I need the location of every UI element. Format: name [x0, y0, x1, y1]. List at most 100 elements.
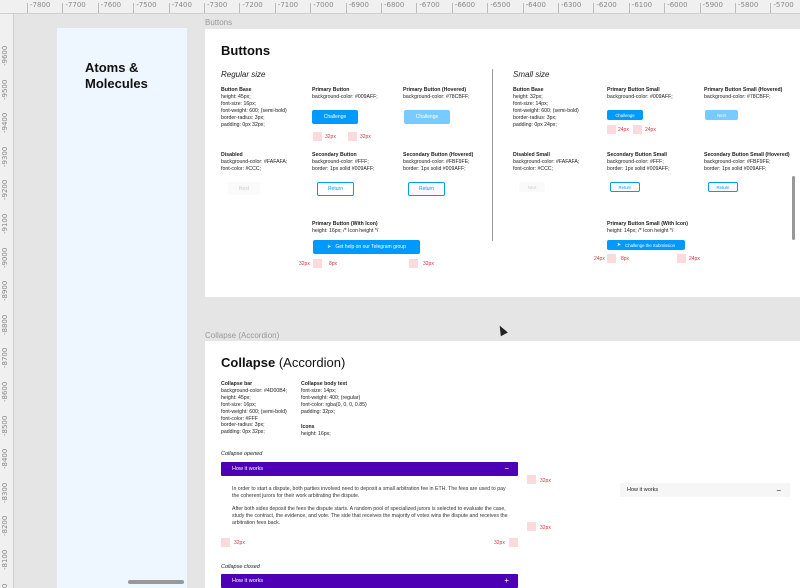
padding-label: 24px — [594, 256, 605, 262]
spec-line: font-color: rgba(0, 0, 0, 0.85) — [301, 401, 367, 408]
ruler-tick: -7200 — [239, 1, 263, 13]
spec-line: border: 1px solid #009AFF; — [403, 165, 466, 172]
ruler-tick: -8800 — [1, 314, 9, 335]
spec-primary-button-icon: Primary Button (With Icon) height: 16px; … — [312, 221, 378, 235]
ruler-tick: -7800 — [26, 1, 51, 13]
collapse-title-main: Collapse — [221, 355, 276, 370]
spec-title: Button Base — [221, 87, 252, 93]
spec-primary-small-icon: Primary Button Small (With Icon) height: … — [607, 221, 688, 235]
primary-challenge-button[interactable]: Challenge — [312, 110, 358, 124]
collapse-bar-light-label: How it works — [627, 487, 659, 493]
collapse-frame[interactable]: Collapse (Accordion) Collapse bar backgro… — [205, 341, 800, 588]
spec-line: font-weight: 600; (semi-bold) — [513, 107, 579, 114]
spec-title: Secondary Button Small (Hovered) — [704, 152, 790, 158]
ruler-tick: -8500 — [1, 415, 9, 436]
spec-title: Primary Button Small (With Icon) — [607, 221, 688, 227]
frame-label-collapse[interactable]: Collapse (Accordion) — [205, 331, 279, 340]
ruler-tick: -7000 — [310, 1, 334, 13]
collapse-bar-opened[interactable]: How it works − — [221, 462, 518, 476]
spec-title: Disabled Small — [513, 152, 550, 158]
spec-line: font-color: #FFF — [221, 415, 258, 422]
spec-line: font-weight: 600; (semi-bold) — [221, 408, 287, 415]
collapse-bar-closed[interactable]: How it works + — [221, 574, 518, 588]
ruler-tick: -9600 — [1, 45, 9, 66]
ruler-tick: -5700 — [770, 1, 794, 13]
ruler-tick: -8600 — [1, 381, 9, 402]
padding-label: 32px — [540, 525, 551, 531]
primary-small-submission-button[interactable]: ➤ Challenge the Submission — [607, 240, 685, 250]
padding-swatch — [509, 538, 518, 547]
ruler-tick: -6800 — [380, 1, 405, 13]
padding-label: 32px — [360, 134, 371, 140]
spec-line: font-size: 14px; — [301, 387, 337, 394]
ruler-left: -9600 -9500 -9400 -9300 -9200 -9100 -9000 -8900… — [0, 14, 14, 588]
spec-line: border-radius: 3px; — [513, 114, 557, 121]
size-divider — [492, 69, 493, 241]
ruler-tick: -9100 — [1, 213, 9, 234]
padding-swatch — [633, 125, 642, 134]
spec-line: background-color: #FBF9FE; — [704, 158, 771, 165]
horizontal-scrollbar[interactable] — [128, 580, 184, 584]
spec-title: Primary Button (With Icon) — [312, 221, 378, 227]
secondary-small-hovered-return-button[interactable]: Return — [708, 182, 738, 192]
padding-label: 24px — [689, 256, 700, 262]
send-icon: ➤ — [616, 242, 622, 248]
spec-title: Disabled — [221, 152, 243, 158]
spec-line: height: 14px; /* Icon height */ — [607, 227, 674, 234]
padding-label: 32px — [423, 261, 434, 267]
collapse-body: In order to start a dispute, both partie… — [232, 486, 509, 533]
padding-swatch — [527, 522, 536, 531]
mouse-cursor-icon — [496, 323, 508, 337]
ruler-tick: -7400 — [168, 1, 192, 13]
ruler-tick: -9300 — [1, 146, 9, 167]
spec-title: Secondary Button Small — [607, 152, 667, 158]
spec-icons: Icons height: 16px; — [301, 424, 331, 438]
primary-telegram-button[interactable]: ➤ Get help on our Telegram group — [313, 240, 420, 254]
spec-button-base: Button Base height: 45px; font-size: 16px;… — [221, 87, 287, 128]
vertical-scrollbar[interactable] — [792, 176, 795, 240]
padding-swatch — [348, 132, 357, 141]
buttons-frame[interactable]: Buttons Regular size Small size Button B… — [205, 29, 800, 297]
secondary-small-return-button[interactable]: Return — [610, 182, 640, 192]
collapse-body-paragraph-1: In order to start a dispute, both partie… — [232, 486, 506, 499]
plus-icon: + — [504, 576, 509, 585]
spec-title: Primary Button Small (Hovered) — [704, 87, 783, 93]
spec-line: padding: 32px; — [301, 408, 336, 415]
buttons-title: Buttons — [221, 43, 271, 58]
spec-small-button-base: Button Base height: 32px; font-size: 14px;… — [513, 87, 579, 128]
spec-primary-small-hovered: Primary Button Small (Hovered) background… — [704, 87, 782, 101]
spec-title: Button Base — [513, 87, 544, 93]
spec-line: background-color: #78CBFF; — [403, 93, 470, 100]
collapse-bar-label: How it works — [232, 466, 264, 472]
primary-small-challenge-button[interactable]: Challenge — [607, 110, 643, 120]
spec-title: Primary Button (Hovered) — [403, 87, 467, 93]
disabled-small-next-button[interactable]: Next — [519, 182, 545, 192]
padding-label: 32px — [494, 540, 505, 546]
ruler-tick: -6900 — [345, 1, 369, 13]
submission-button-label: Challenge the Submission — [625, 242, 676, 248]
spec-line: border-radius: 3px; — [221, 422, 265, 429]
spec-line: height: 16px; — [301, 430, 331, 437]
ruler-tick: -7300 — [203, 1, 228, 13]
primary-hovered-challenge-button[interactable]: Challenge — [404, 110, 450, 124]
ruler-tick: -7500 — [133, 1, 157, 13]
secondary-hovered-return-button[interactable]: Return — [408, 182, 445, 196]
frame-label-buttons[interactable]: Buttons — [205, 18, 232, 27]
spec-line: height: 32px; — [513, 93, 543, 100]
padding-swatch — [677, 254, 686, 263]
spec-secondary-button: Secondary Button background-color: #FFF; b… — [312, 152, 375, 173]
primary-small-hovered-next-button[interactable]: Next — [705, 110, 738, 120]
secondary-return-button[interactable]: Return — [317, 182, 354, 196]
spec-primary-button: Primary Button background-color: #009AFF; — [312, 87, 378, 101]
spec-line: border: 1px solid #009AFF; — [312, 165, 375, 172]
spec-disabled-small: Disabled Small background-color: #FAFAFA;… — [513, 152, 579, 173]
padding-label: 32px — [540, 478, 551, 484]
collapse-bar-light[interactable]: How it works − — [620, 483, 790, 497]
collapse-closed-caption: Collapse closed — [221, 564, 260, 570]
padding-label: 24px — [645, 127, 656, 133]
padding-label: 8px — [329, 261, 338, 267]
ruler-tick: -9400 — [1, 112, 9, 134]
atoms-molecules-card[interactable]: Atoms & Molecules — [57, 28, 187, 588]
spec-title: Icons — [301, 424, 315, 430]
disabled-next-button[interactable]: Next — [228, 182, 260, 195]
